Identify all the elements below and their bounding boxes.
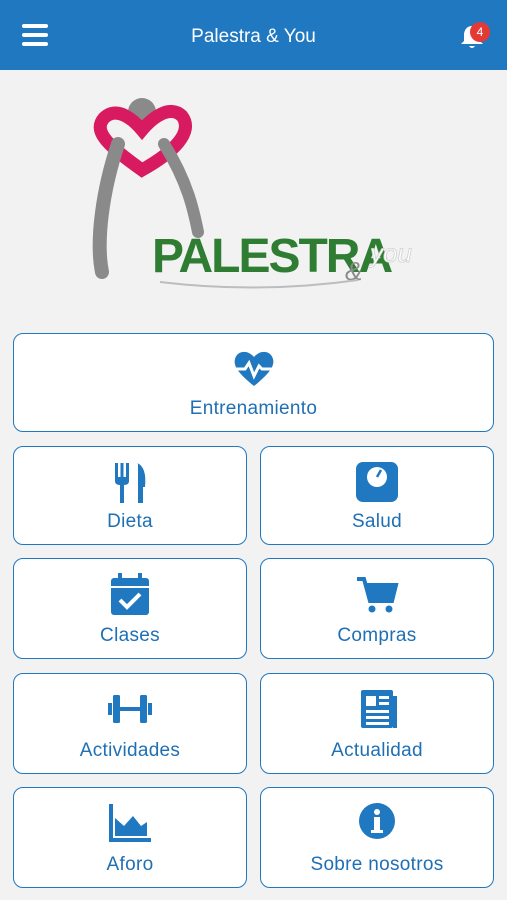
info-icon xyxy=(359,803,395,839)
salud-label: Salud xyxy=(351,511,403,532)
actividades-label: Actividades xyxy=(79,740,181,761)
actualidad-button[interactable]: Actualidad xyxy=(260,673,494,774)
sobre-nosotros-label: Sobre nosotros xyxy=(310,854,444,875)
app-bar: Palestra & You 4 xyxy=(0,0,507,70)
palestra-logo: PALESTRA & you xyxy=(92,98,412,289)
dumbbell-icon xyxy=(108,695,152,723)
compras-button[interactable]: Compras xyxy=(260,558,494,659)
entrenamiento-button[interactable]: Entrenamiento xyxy=(13,333,494,432)
aforo-label: Aforo xyxy=(106,854,154,875)
heartbeat-icon xyxy=(233,351,274,386)
logo-suffix: you xyxy=(368,238,412,268)
entrenamiento-label: Entrenamiento xyxy=(189,398,318,419)
compras-label: Compras xyxy=(337,625,417,646)
clases-button[interactable]: Clases xyxy=(13,558,247,659)
actualidad-label: Actualidad xyxy=(331,740,423,761)
aforo-button[interactable]: Aforo xyxy=(13,787,247,888)
clases-label: Clases xyxy=(100,625,160,646)
dieta-label: Dieta xyxy=(107,511,153,532)
sobre-nosotros-button[interactable]: Sobre nosotros xyxy=(260,787,494,888)
salud-button[interactable]: Salud xyxy=(260,446,494,545)
calendar-check-icon xyxy=(111,573,149,615)
scale-icon xyxy=(356,462,398,502)
shopping-cart-icon xyxy=(357,577,399,613)
area-chart-icon xyxy=(109,804,151,842)
newspaper-icon xyxy=(361,690,397,728)
dieta-button[interactable]: Dieta xyxy=(13,446,247,545)
actividades-button[interactable]: Actividades xyxy=(13,673,247,774)
notification-badge: 4 xyxy=(470,22,490,42)
app-title: Palestra & You xyxy=(191,26,316,47)
fork-knife-icon xyxy=(115,463,146,503)
